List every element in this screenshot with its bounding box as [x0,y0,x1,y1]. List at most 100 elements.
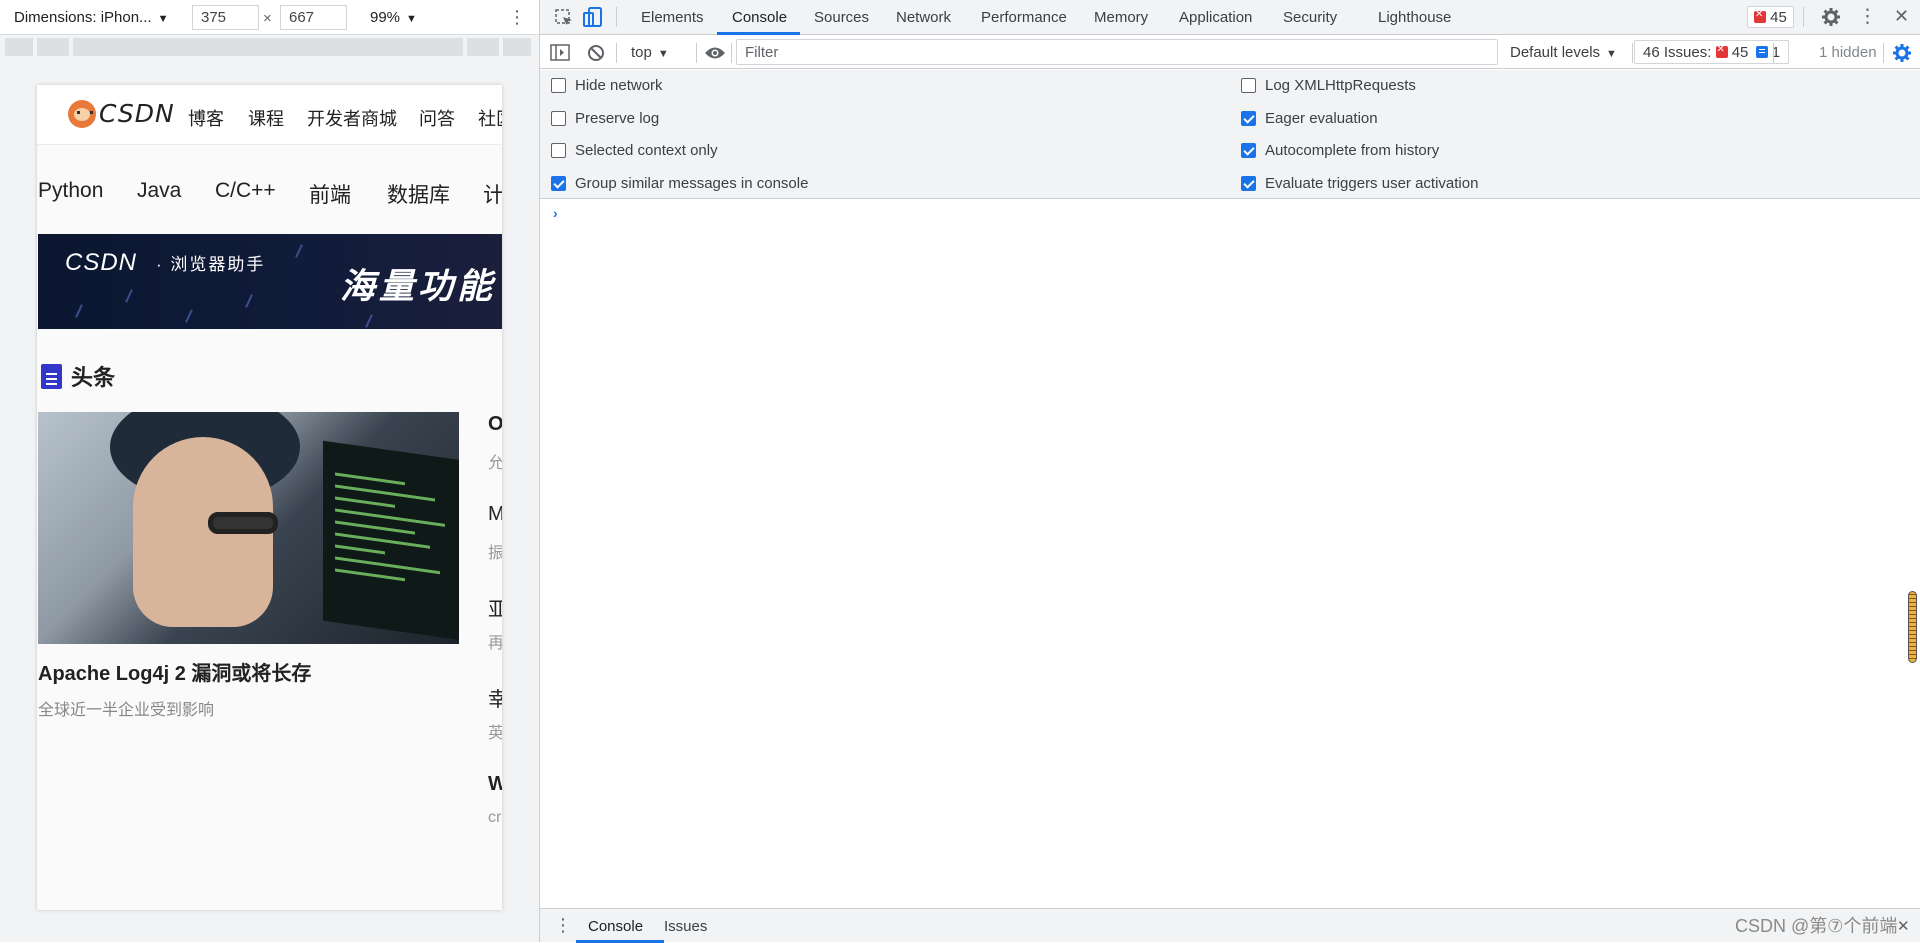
preserve-log-checkbox[interactable] [551,111,566,126]
nav-community[interactable]: 社区 [478,105,502,131]
tab-lighthouse[interactable]: Lighthouse [1378,9,1451,26]
side-article-title[interactable]: 幸 [488,683,502,712]
devtools-tabbar: Elements Console Sources Network Perform… [540,0,1920,35]
console-toolbar: top ▼ Filter Default levels ▼ 46 Issues: 4… [540,36,1920,69]
side-article-title[interactable]: M [488,503,502,526]
category-cpp[interactable]: C/C++ [215,179,276,203]
autocomplete-checkbox[interactable] [1241,143,1256,158]
drawer-tab-console[interactable]: Console [588,918,643,935]
log-levels-select[interactable]: Default levels ▼ [1510,44,1617,61]
drawer-menu-icon[interactable]: ⋮ [554,915,572,936]
watermark: CSDN @第⑦个前端 [1735,916,1898,936]
headlines-heading: 头条 [41,360,115,392]
width-input[interactable]: 375 [192,5,259,30]
tab-security[interactable]: Security [1283,9,1337,26]
gear-icon[interactable] [1821,7,1841,27]
autocomplete-option[interactable]: Autocomplete from history [1241,142,1439,159]
tab-console[interactable]: Console [732,9,787,26]
article-image[interactable] [38,412,459,644]
category-python[interactable]: Python [38,179,103,203]
option-label: Selected context only [575,142,718,159]
tab-performance[interactable]: Performance [981,9,1067,26]
zoom-select[interactable]: 99% ▼ [370,9,417,26]
banner-subtitle: · 浏览器助手 [156,255,266,274]
csdn-logo[interactable]: CSDN [68,99,175,128]
issues-label: 46 Issues: [1643,44,1712,61]
issues-counter-button[interactable]: 46 Issues: 45 1 [1634,40,1790,64]
selected-context-checkbox[interactable] [551,143,566,158]
evaluate-triggers-option[interactable]: Evaluate triggers user activation [1241,175,1478,192]
device-toggle-icon[interactable] [583,7,603,29]
side-article-title[interactable]: 亚 [488,593,502,622]
tab-memory[interactable]: Memory [1094,9,1148,26]
error-icon [1715,44,1728,58]
logo-text: CSDN [99,99,175,128]
tab-elements[interactable]: Elements [641,9,704,26]
category-java[interactable]: Java [137,179,181,203]
nav-store[interactable]: 开发者商城 [307,105,397,131]
promo-banner[interactable]: CSDN · 浏览器助手 海量功能 [38,234,502,329]
tab-network[interactable]: Network [896,9,951,26]
height-input[interactable]: 667 [280,5,347,30]
nav-qa[interactable]: 问答 [419,105,455,131]
side-article-title[interactable]: W [488,773,502,796]
option-label: Preserve log [575,110,660,127]
log-xhr-option[interactable]: Log XMLHttpRequests [1241,77,1416,94]
monitor-code-graphic [323,440,459,644]
sidebar-toggle-icon[interactable] [550,44,570,62]
nav-courses[interactable]: 课程 [248,105,284,131]
eager-evaluation-checkbox[interactable] [1241,111,1256,126]
group-similar-checkbox[interactable] [551,176,566,191]
group-similar-option[interactable]: Group similar messages in console [551,175,808,192]
chevron-down-icon: ▼ [1606,48,1617,60]
option-label: Evaluate triggers user activation [1265,175,1479,192]
preserve-log-option[interactable]: Preserve log [551,110,659,127]
error-count: 45 [1770,9,1787,26]
log-xhr-checkbox[interactable] [1241,78,1256,93]
more-options-icon[interactable]: ⋮ [508,7,526,28]
hide-network-option[interactable]: Hide network [551,77,663,94]
more-options-icon[interactable]: ⋮ [1858,5,1877,28]
tab-application[interactable]: Application [1179,9,1252,26]
clear-console-icon[interactable] [587,44,605,62]
nav-blog[interactable]: 博客 [188,105,224,131]
close-icon[interactable]: ✕ [1894,6,1909,27]
console-prompt-icon[interactable]: › [553,205,558,221]
device-select[interactable]: Dimensions: iPhon... ▼ [14,9,168,26]
category-frontend[interactable]: 前端 [309,179,351,209]
log-levels-label: Default levels [1510,44,1601,61]
side-article-title[interactable]: O [488,413,502,436]
chevron-down-icon: ▼ [406,13,417,25]
option-label: Log XMLHttpRequests [1265,77,1416,94]
context-select[interactable]: top ▼ [631,44,669,61]
console-input[interactable] [570,200,1900,224]
chevron-down-icon: ▼ [657,48,669,60]
side-article-sub: cr [488,809,502,826]
drawer-close-icon[interactable]: ✕ [1897,917,1910,935]
selected-context-option[interactable]: Selected context only [551,142,718,159]
inspect-element-icon[interactable] [554,8,574,28]
category-database[interactable]: 数据库 [387,179,450,209]
scrollbar-thumb[interactable] [1908,591,1917,663]
article-subtitle: 全球近一半企业受到影响 [38,702,215,719]
evaluate-triggers-checkbox[interactable] [1241,176,1256,191]
eager-evaluation-option[interactable]: Eager evaluation [1241,110,1378,127]
media-query-bar[interactable] [0,36,539,58]
tab-sources[interactable]: Sources [814,9,869,26]
console-settings-gear-icon[interactable] [1892,43,1912,63]
devtools-panel: Elements Console Sources Network Perform… [539,0,1920,943]
error-counter-button[interactable]: 45 [1747,6,1794,28]
device-select-label: Dimensions: iPhon... [14,9,152,26]
filter-input[interactable]: Filter [736,39,1498,65]
eye-icon[interactable] [704,45,726,61]
phone-viewport: CSDN 博客 课程 开发者商城 问答 社区 Python Java C/C++… [37,85,502,910]
hide-network-checkbox[interactable] [551,78,566,93]
side-article-sub: 允 [488,455,502,472]
context-label: top [631,44,652,61]
article-title[interactable]: Apache Log4j 2 漏洞或将长存 [38,657,311,686]
dimension-separator: × [263,10,272,27]
drawer-tabbar: ⋮ Console Issues ✕ [540,908,1920,943]
category-more[interactable]: 计 [483,179,502,209]
drawer-tab-issues[interactable]: Issues [664,918,707,935]
site-header: CSDN 博客 课程 开发者商城 问答 社区 [37,85,502,145]
